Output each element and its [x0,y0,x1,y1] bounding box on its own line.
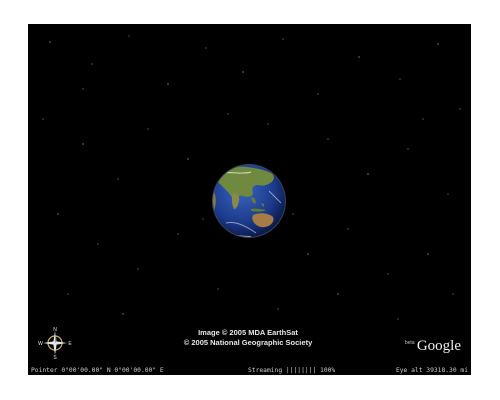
compass-north-label: N [53,327,57,333]
credit-line-natgeo: © 2005 National Geographic Society [183,338,313,347]
beta-tag: beta [404,340,415,346]
globe-viewport[interactable]: Image © 2005 MDA EarthSat © 2005 Nationa… [28,24,471,367]
compass-south-label: S [53,355,57,360]
status-bar: Pointer 0°00'00.00" N 0°00'00.00" E Stre… [28,367,471,375]
compass-rose-icon[interactable]: N S E W [38,326,72,360]
credit-line-mda: Image © 2005 MDA EarthSat [198,328,298,337]
eye-altitude: Eye alt 39318.30 mi [395,367,468,374]
streaming-status: Streaming |||||||| 100% [248,367,336,374]
compass-east-label: E [68,341,72,347]
pointer-coordinates: Pointer 0°00'00.00" N 0°00'00.00" E [31,367,164,374]
compass-west-label: W [38,341,43,347]
google-logo: beta Google [405,338,461,355]
imagery-credits: Image © 2005 MDA EarthSat © 2005 Nationa… [148,328,348,348]
earth-globe[interactable] [211,163,287,239]
google-wordmark: Google [416,338,461,354]
